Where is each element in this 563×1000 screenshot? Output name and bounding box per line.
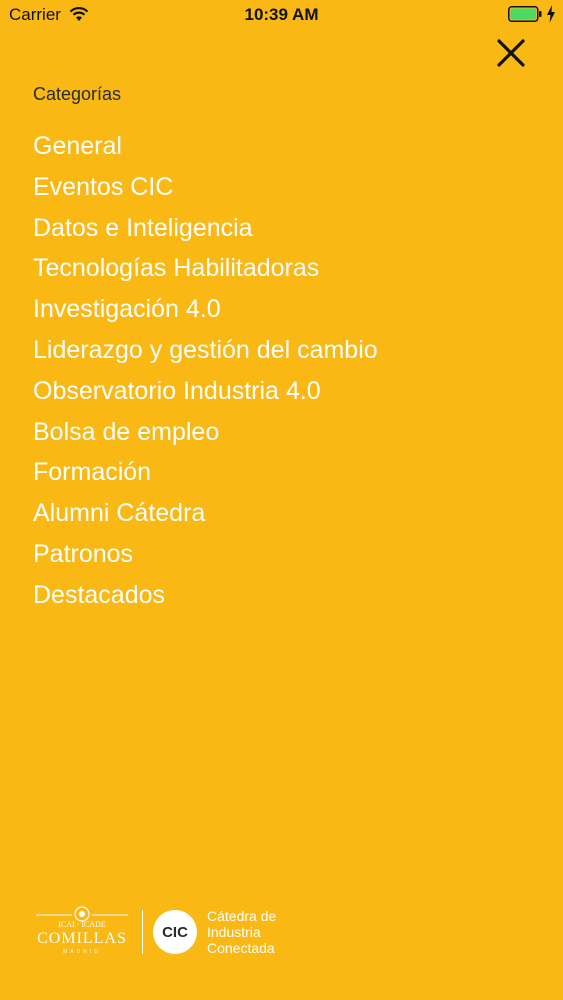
cic-logo-badge: CIC bbox=[153, 910, 197, 954]
comillas-logo: ICAI · ICADE COMILLAS MADRID bbox=[36, 906, 128, 955]
category-liderazgo[interactable]: Liderazgo y gestión del cambio bbox=[33, 332, 378, 373]
clock: 10:39 AM bbox=[244, 5, 319, 24]
category-observatorio[interactable]: Observatorio Industria 4.0 bbox=[33, 373, 378, 414]
category-datos-inteligencia[interactable]: Datos e Inteligencia bbox=[33, 210, 378, 251]
category-formacion[interactable]: Formación bbox=[33, 454, 378, 495]
cic-logo-text: Cátedra de Industria Conectada bbox=[207, 908, 276, 956]
charging-bolt-icon bbox=[547, 5, 555, 23]
category-patronos[interactable]: Patronos bbox=[33, 536, 378, 577]
close-icon[interactable] bbox=[492, 34, 530, 72]
category-list: General Eventos CIC Datos e Inteligencia… bbox=[33, 128, 378, 618]
cic-line-3: Conectada bbox=[207, 940, 275, 956]
svg-text:MADRID: MADRID bbox=[63, 949, 101, 955]
category-destacados[interactable]: Destacados bbox=[33, 577, 378, 618]
cic-line-1: Cátedra de bbox=[207, 908, 277, 924]
svg-text:COMILLAS: COMILLAS bbox=[37, 930, 127, 947]
categories-heading: Categorías bbox=[33, 84, 122, 104]
category-alumni[interactable]: Alumni Cátedra bbox=[33, 495, 378, 536]
category-bolsa-empleo[interactable]: Bolsa de empleo bbox=[33, 414, 378, 455]
category-tecnologias-habilitadoras[interactable]: Tecnologías Habilitadoras bbox=[33, 250, 378, 291]
svg-text:ICAI · ICADE: ICAI · ICADE bbox=[58, 920, 106, 929]
category-eventos-cic[interactable]: Eventos CIC bbox=[33, 169, 378, 210]
battery-icon bbox=[508, 6, 542, 22]
logo-divider bbox=[142, 910, 143, 954]
category-investigacion[interactable]: Investigación 4.0 bbox=[33, 291, 378, 332]
footer-logos: ICAI · ICADE COMILLAS MADRID CIC Cátedra… bbox=[30, 905, 290, 965]
category-general[interactable]: General bbox=[33, 128, 378, 169]
status-bar: Carrier 10:39 AM bbox=[0, 0, 563, 30]
cic-line-2: Industria bbox=[207, 924, 261, 940]
